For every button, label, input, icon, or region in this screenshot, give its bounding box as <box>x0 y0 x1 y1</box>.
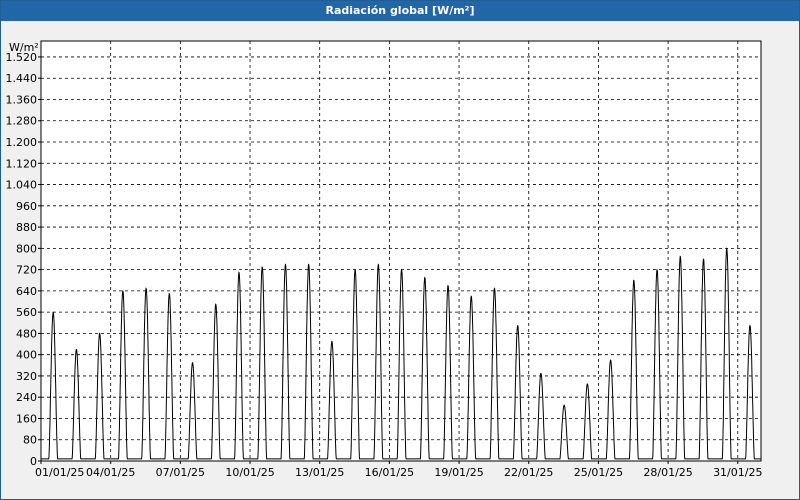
x-tick-label: 13/01/25 <box>295 466 344 479</box>
y-tick-label: 240 <box>16 391 37 404</box>
x-tick-label: 01/01/25 <box>35 466 84 479</box>
y-tick-label: 1.280 <box>6 115 38 128</box>
y-tick-label: 560 <box>16 306 37 319</box>
x-tick-label: 07/01/25 <box>156 466 205 479</box>
y-tick-label: 960 <box>16 200 37 213</box>
y-tick-label: 880 <box>16 221 37 234</box>
y-tick-label: 1.200 <box>6 136 38 149</box>
y-tick-label: 480 <box>16 327 37 340</box>
y-tick-label: 80 <box>23 434 37 447</box>
y-tick-label: 1.040 <box>6 179 38 192</box>
y-tick-label: 1.440 <box>6 72 38 85</box>
x-tick-label: 28/01/25 <box>643 466 692 479</box>
window-title: Radiación global [W/m²] <box>1 1 799 21</box>
y-tick-label: 1.360 <box>6 93 38 106</box>
x-tick-label: 10/01/25 <box>225 466 274 479</box>
chart-window: Radiación global [W/m²] 0 80 160 240 320 400 4… <box>0 0 800 500</box>
x-tick-label: 25/01/25 <box>574 466 623 479</box>
y-axis-ticks: 0801602403204004805606407208008809601.04… <box>6 51 41 468</box>
y-tick-label: 400 <box>16 349 37 362</box>
chart: 0801602403204004805606407208008809601.04… <box>6 40 762 479</box>
y-tick-label: 1.120 <box>6 157 38 170</box>
y-tick-label: 640 <box>16 285 37 298</box>
y-tick-label: 800 <box>16 242 37 255</box>
y-axis-label: W/m² <box>9 41 39 54</box>
x-tick-label: 31/01/25 <box>713 466 762 479</box>
x-axis-ticks: 01/01/25 04/01/25 07/01/25 10/01/25 13/01/25… <box>35 461 762 479</box>
x-tick-label: 16/01/25 <box>365 466 414 479</box>
y-tick-label: 320 <box>16 370 37 383</box>
y-tick-label: 720 <box>16 264 37 277</box>
x-tick-label: 22/01/25 <box>504 466 553 479</box>
y-tick-label: 160 <box>16 412 37 425</box>
x-tick-label: 04/01/25 <box>86 466 135 479</box>
x-tick-label: 19/01/25 <box>434 466 483 479</box>
